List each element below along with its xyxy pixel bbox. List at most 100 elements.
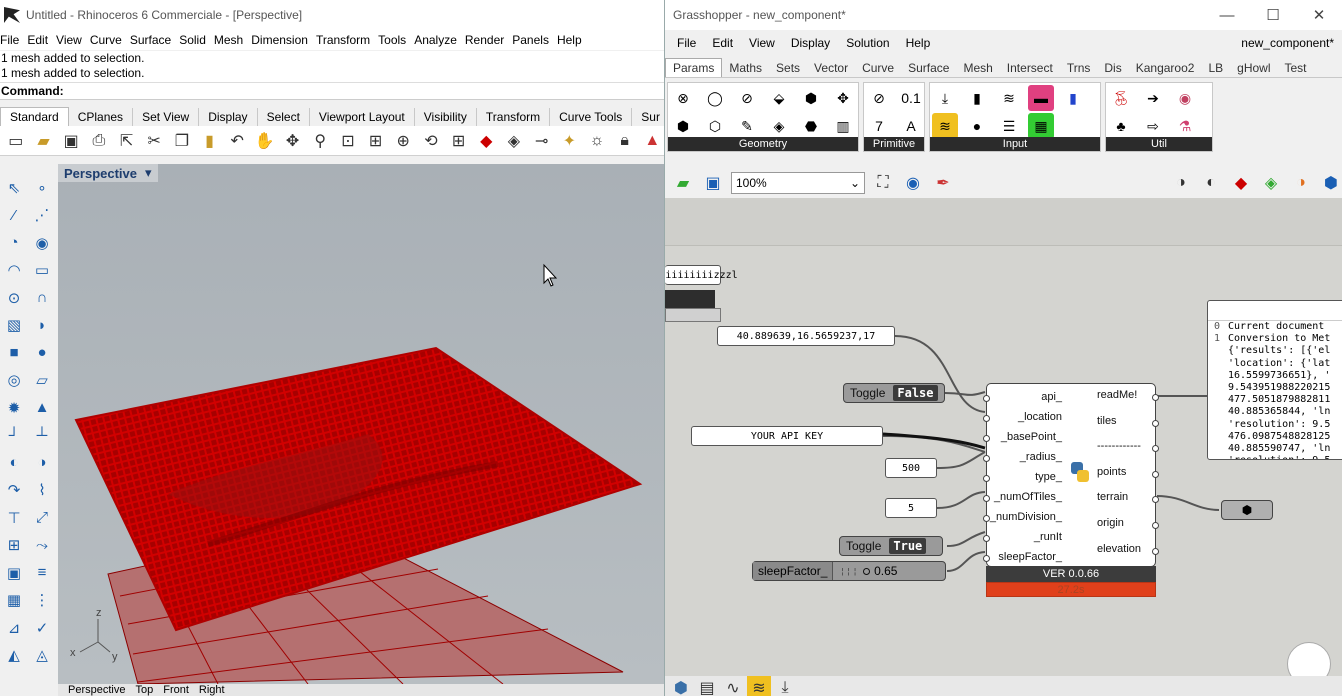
radius-panel[interactable]: 500 (885, 458, 937, 478)
viewport-tab-top[interactable]: Top (135, 684, 153, 696)
input-port[interactable] (983, 455, 990, 462)
input-port[interactable] (983, 555, 990, 562)
dial-icon[interactable]: ● (964, 113, 990, 139)
copy-icon[interactable]: ❐ (170, 129, 194, 153)
car-icon[interactable]: ◆ (474, 129, 498, 153)
button-icon[interactable]: ▮ (964, 85, 990, 111)
preview-selected-icon[interactable]: ◆ (1229, 171, 1253, 195)
box-icon[interactable]: ■ (0, 339, 28, 366)
param-icon[interactable]: ✥ (830, 85, 856, 111)
gh-tab-dis[interactable]: Dis (1097, 59, 1128, 77)
api-key-panel[interactable]: YOUR API KEY (691, 426, 883, 446)
text-icon[interactable]: A (898, 113, 924, 139)
tab-transform[interactable]: Transform (477, 108, 551, 126)
input-port[interactable] (983, 535, 990, 542)
gh-tab-trns[interactable]: Trns (1060, 59, 1098, 77)
boolean-icon[interactable]: ◐ (0, 449, 28, 476)
gh-menu-view[interactable]: View (749, 36, 775, 50)
boolean-icon[interactable]: ⊘ (866, 85, 892, 111)
integer-icon[interactable]: 7 (866, 113, 892, 139)
gh-tab-lb[interactable]: LB (1201, 59, 1230, 77)
param-icon[interactable]: ◯ (702, 85, 728, 111)
viewport-tab-right[interactable]: Right (199, 684, 225, 696)
gh-menu-edit[interactable]: Edit (712, 36, 733, 50)
import-icon[interactable]: ⤓ (773, 676, 797, 696)
select-icon[interactable]: ⇖ (0, 174, 28, 201)
zoom-icon[interactable]: ⚲ (308, 129, 332, 153)
text-panel[interactable]: iiiiiiiiiiizzzl (665, 265, 738, 285)
open-file-icon[interactable]: ▰ (671, 171, 695, 195)
save-icon[interactable]: ▣ (59, 129, 83, 153)
input-port[interactable] (983, 415, 990, 422)
tab-visibility[interactable]: Visibility (415, 108, 477, 126)
scale-icon[interactable]: ⤢ (28, 504, 56, 531)
param-icon[interactable]: ▥ (830, 113, 856, 139)
undo-view-icon[interactable]: ⟲ (419, 129, 443, 153)
tree-icon[interactable]: ♣ (1108, 113, 1134, 139)
material-icon[interactable]: ◑ (1289, 171, 1313, 195)
cut-icon[interactable]: ✂ (142, 129, 166, 153)
polyline-icon[interactable]: ⋰ (28, 202, 56, 229)
light-bulb-icon[interactable]: ☼ (585, 129, 609, 153)
tab-cplanes[interactable]: CPlanes (69, 108, 134, 126)
perspective-viewport[interactable]: Perspective ▾ z x y (58, 164, 664, 684)
rotate-icon[interactable]: ↷ (0, 477, 28, 504)
rectangle-icon[interactable]: ▭ (28, 257, 56, 284)
line-icon[interactable]: ⁄ (0, 202, 28, 229)
save-file-icon[interactable]: ▣ (701, 171, 725, 195)
gh-tab-surface[interactable]: Surface (901, 59, 956, 77)
output-port[interactable] (1152, 419, 1159, 427)
arc-icon[interactable]: ◠ (0, 257, 28, 284)
python-component[interactable]: api_ _location _basePoint_ _radius_ type_ _nu… (983, 383, 1159, 567)
fillet-icon[interactable]: ◑ (28, 449, 56, 476)
mesh-param[interactable]: ⬢ (1221, 500, 1273, 520)
block-icon[interactable]: ▣ (0, 559, 28, 586)
lock-icon[interactable]: 🔒︎ (613, 129, 637, 153)
param-icon[interactable]: ⊗ (670, 85, 696, 111)
check-icon[interactable]: ✓ (28, 614, 56, 641)
zoom-window-icon[interactable]: ⊡ (336, 129, 360, 153)
slider-grip[interactable] (863, 567, 871, 575)
menu-item-curve[interactable]: Curve (90, 33, 130, 47)
number-icon[interactable]: 0.1 (898, 85, 924, 111)
layer-icon[interactable]: ≡ (28, 559, 56, 586)
paste-icon[interactable]: ▮ (198, 129, 222, 153)
ellipse-icon[interactable]: ◉ (28, 229, 56, 256)
menu-item-file[interactable]: File (0, 33, 27, 47)
command-prompt[interactable]: Command: (0, 82, 664, 100)
tab-select[interactable]: Select (258, 108, 310, 126)
polygon-icon[interactable]: ⊙ (0, 284, 28, 311)
zoom-extents-icon[interactable]: ⊞ (364, 129, 388, 153)
gh-document-name[interactable]: new_component* (1241, 36, 1334, 50)
gh-canvas[interactable]: iiiiiiiiiiizzzl 40.889639,16.5659237,17 … (665, 198, 1342, 696)
mesh-settings-icon[interactable]: ◈ (1259, 171, 1283, 195)
location-panel[interactable]: 40.889639,16.5659237,17 (717, 326, 895, 346)
cherry-icon[interactable]: 🍒︎ (1108, 85, 1134, 111)
pan-hand-icon[interactable]: ✋ (253, 129, 277, 153)
toggle-api[interactable]: Toggle False (843, 383, 945, 403)
surface-icon[interactable]: ▧ (0, 312, 28, 339)
menu-item-help[interactable]: Help (557, 33, 590, 47)
graph-icon[interactable]: ≋ (932, 113, 958, 139)
render-preview-icon[interactable]: ◈ (502, 129, 526, 153)
offset-icon[interactable]: ⌇ (28, 477, 56, 504)
zoom-dropdown[interactable]: 100% ⌄ (731, 172, 865, 194)
menu-item-analyze[interactable]: Analyze (414, 33, 465, 47)
param-icon[interactable]: ⬢ (798, 85, 824, 111)
import-icon[interactable]: ⇱ (115, 129, 139, 153)
tab-sur[interactable]: Sur (632, 108, 664, 126)
extrude-icon[interactable]: ▲ (28, 394, 56, 421)
gh-menu-display[interactable]: Display (791, 36, 830, 50)
arrow-outline-icon[interactable]: ⇨ (1140, 113, 1166, 139)
gh-tab-test[interactable]: Test (1278, 59, 1314, 77)
preview-wire-icon[interactable]: ◑ (1169, 171, 1193, 195)
menu-item-panels[interactable]: Panels (512, 33, 557, 47)
material-icon[interactable]: ▲ (640, 129, 664, 153)
four-viewports-icon[interactable]: ⊞ (447, 129, 471, 153)
print-icon[interactable]: ⎙ (87, 129, 111, 153)
gh-tab-mesh[interactable]: Mesh (956, 59, 999, 77)
tab-set-view[interactable]: Set View (133, 108, 200, 126)
display-mode-icon[interactable]: ⬢ (1319, 171, 1342, 195)
zoom-extents-icon[interactable]: ⛶ (871, 171, 895, 195)
graph-icon[interactable]: ≋ (747, 676, 771, 696)
